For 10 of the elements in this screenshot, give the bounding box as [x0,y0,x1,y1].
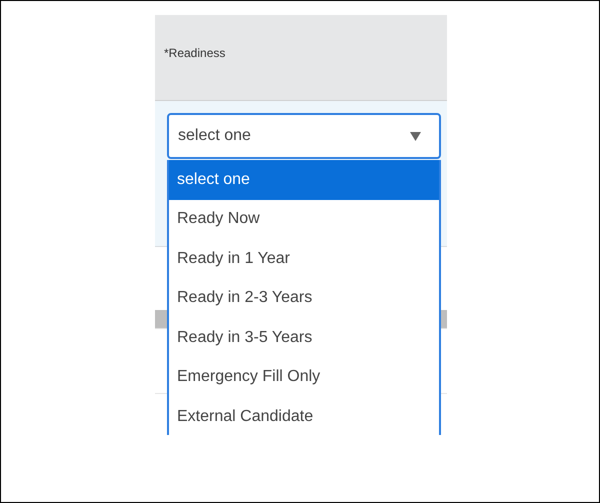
caret-icon [410,132,421,140]
field-label: *Readiness [164,46,226,60]
dropdown-option[interactable]: Emergency Fill Only [169,358,439,397]
readiness-dropdown[interactable]: select one [167,113,441,159]
dropdown-option[interactable]: Ready in 2-3 Years [169,278,439,318]
dropdown-option[interactable]: External Candidate [169,397,439,435]
dropdown-option[interactable]: select one [169,160,439,200]
dropdown-option[interactable]: Ready Now [169,200,439,239]
dropdown-option[interactable]: Ready in 1 Year [169,239,439,278]
dropdown-option[interactable]: Ready in 3-5 Years [169,318,439,358]
